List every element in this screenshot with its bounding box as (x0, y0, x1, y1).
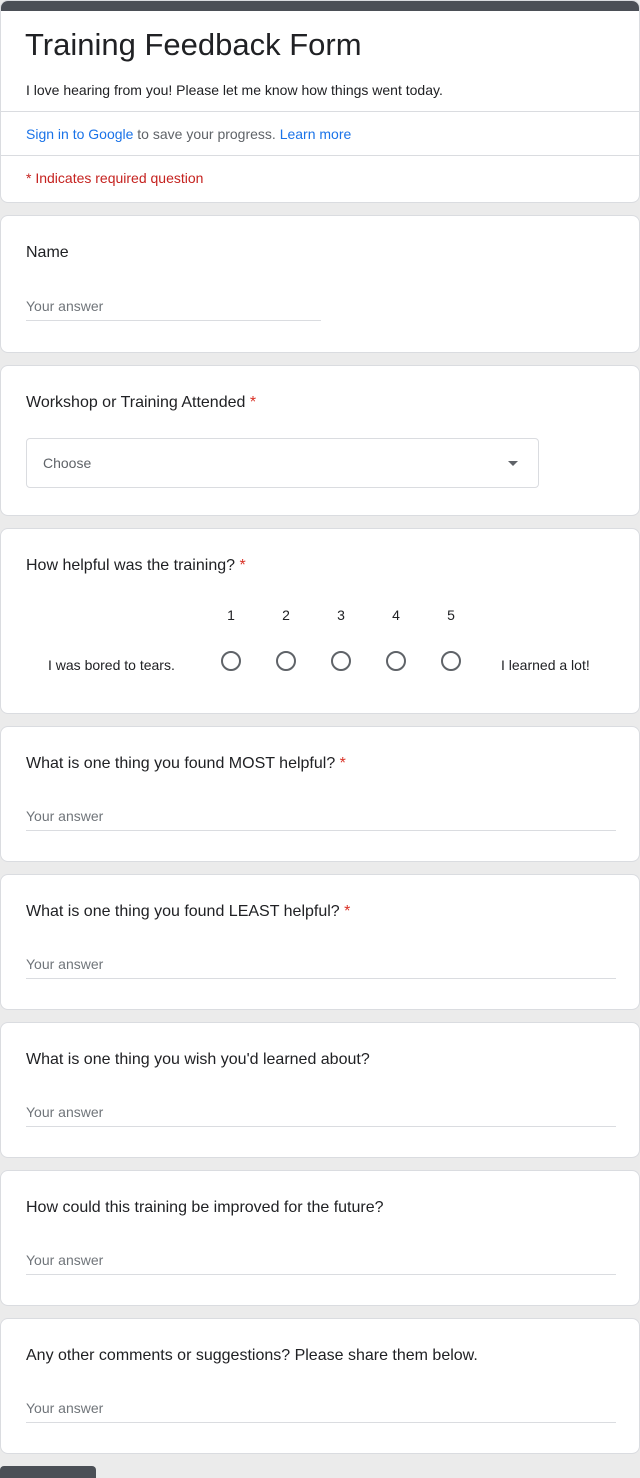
scale-number-2: 2 (282, 607, 290, 623)
required-star: * (344, 903, 351, 920)
dropdown-selected-value: Choose (43, 455, 92, 471)
question-card-most: What is one thing you found MOST helpful… (0, 726, 640, 862)
scale-radio-1[interactable] (221, 651, 241, 671)
required-note: * Indicates required question (26, 170, 204, 186)
form-header-card: Training Feedback Form I love hearing fr… (0, 0, 640, 203)
form-page: Training Feedback Form I love hearing fr… (0, 0, 640, 1478)
form-title: Training Feedback Form (25, 27, 362, 62)
submit-button[interactable] (0, 1466, 96, 1478)
comments-input[interactable]: Your answer (26, 1395, 616, 1423)
scale-number-3: 3 (337, 607, 345, 623)
question-title: What is one thing you wish you'd learned… (26, 1051, 370, 1068)
question-title-text: What is one thing you found LEAST helpfu… (26, 903, 340, 920)
scale-radio-2[interactable] (276, 651, 296, 671)
question-card-helpful: How helpful was the training? * I was bo… (0, 528, 640, 714)
question-title: How could this training be improved for … (26, 1199, 384, 1216)
least-helpful-input[interactable]: Your answer (26, 951, 616, 979)
scale-high-label: I learned a lot! (501, 657, 590, 673)
workshop-dropdown[interactable]: Choose (26, 438, 539, 488)
required-star: * (339, 755, 346, 772)
scale-radio-4[interactable] (386, 651, 406, 671)
required-star: * (249, 394, 257, 411)
improve-input[interactable]: Your answer (26, 1247, 616, 1275)
question-title: What is one thing you found MOST helpful… (26, 753, 346, 775)
header-divider-1 (1, 111, 639, 112)
signin-link[interactable]: Sign in to Google (26, 126, 133, 142)
question-title-text: How helpful was the training? (26, 557, 236, 574)
dropdown-arrow-icon (508, 461, 518, 466)
question-card-least: What is one thing you found LEAST helpfu… (0, 874, 640, 1010)
question-card-name: Name Your answer (0, 215, 640, 353)
question-card-comments: Any other comments or suggestions? Pleas… (0, 1318, 640, 1454)
question-title-text: Workshop or Training Attended (26, 394, 246, 411)
signin-text: to save your progress. (133, 126, 280, 142)
question-card-wish: What is one thing you wish you'd learned… (0, 1022, 640, 1158)
required-star: * (239, 557, 246, 574)
form-description: I love hearing from you! Please let me k… (26, 82, 443, 98)
header-divider-2 (1, 155, 639, 156)
header-accent-bar (1, 1, 639, 11)
scale-number-1: 1 (227, 607, 235, 623)
scale-radio-5[interactable] (441, 651, 461, 671)
question-title: How helpful was the training? * (26, 555, 246, 577)
scale-low-label: I was bored to tears. (48, 657, 175, 673)
question-title: Workshop or Training Attended * (26, 392, 256, 414)
question-title: What is one thing you found LEAST helpfu… (26, 901, 350, 923)
question-card-workshop: Workshop or Training Attended * Choose (0, 365, 640, 516)
wish-learned-input[interactable]: Your answer (26, 1099, 616, 1127)
learn-more-link[interactable]: Learn more (280, 126, 352, 142)
name-input[interactable]: Your answer (26, 293, 321, 321)
question-title: Any other comments or suggestions? Pleas… (26, 1347, 478, 1364)
scale-radio-3[interactable] (331, 651, 351, 671)
signin-row: Sign in to Google to save your progress.… (26, 125, 351, 143)
question-title-text: What is one thing you found MOST helpful… (26, 755, 336, 772)
most-helpful-input[interactable]: Your answer (26, 803, 616, 831)
question-card-improve: How could this training be improved for … (0, 1170, 640, 1306)
scale-number-4: 4 (392, 607, 400, 623)
scale-number-5: 5 (447, 607, 455, 623)
question-title: Name (26, 244, 69, 261)
